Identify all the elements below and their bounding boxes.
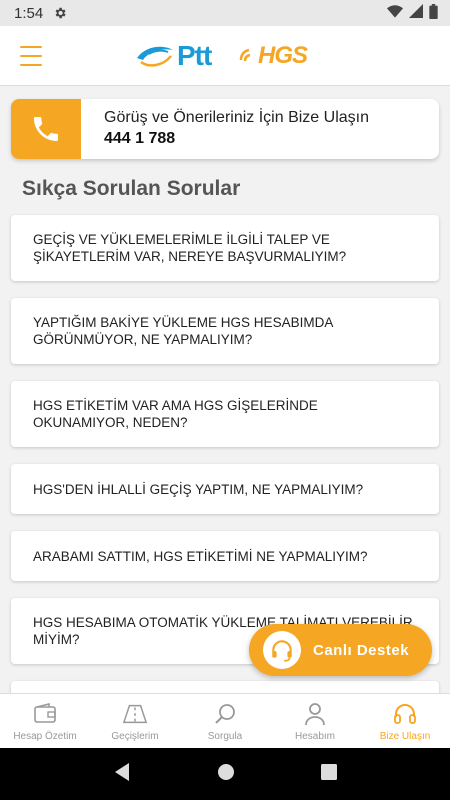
battery-icon (429, 3, 438, 23)
status-bar: 1:54 (0, 0, 450, 26)
ptt-logo: Ptt (135, 40, 212, 72)
settings-gear-icon (53, 6, 67, 20)
app-header: Ptt HGS (0, 26, 450, 86)
live-support-label: Canlı Destek (313, 641, 410, 659)
main-content: Görüş ve Önerileriniz İçin Bize Ulaşın 4… (0, 86, 450, 693)
status-time: 1:54 (14, 4, 44, 22)
faq-item[interactable] (11, 681, 439, 693)
nav-label: Geçişlerim (111, 731, 159, 742)
phone-icon-box (11, 99, 81, 159)
nav-item-hesabim[interactable]: Hesabım (270, 694, 360, 748)
contact-phone[interactable]: 444 1 788 (104, 130, 369, 148)
faq-item[interactable]: HGS'DEN İHLALLİ GEÇİŞ YAPTIM, NE YAPMALI… (11, 464, 439, 514)
hgs-logo: HGS (238, 40, 308, 72)
nav-label: Sorgula (207, 731, 243, 742)
faq-title: Sıkça Sorulan Sorular (22, 177, 241, 200)
headset-icon (263, 631, 301, 669)
back-icon[interactable] (113, 762, 131, 787)
person-icon (302, 701, 328, 727)
nav-label: Hesap Özetim (13, 731, 77, 742)
nav-label: Bize Ulaşın (379, 731, 431, 742)
menu-icon[interactable] (20, 46, 42, 66)
hgs-logo-text: HGS (258, 42, 308, 69)
home-icon[interactable] (217, 763, 235, 786)
search-icon (212, 701, 238, 727)
headset-icon (392, 701, 418, 727)
nav-item-bize-ulasin[interactable]: Bize Ulaşın (360, 694, 450, 748)
bottom-nav: Hesap Özetim Geçişlerim Sorgula Hesabım … (0, 693, 450, 748)
faq-item[interactable]: ARABAMI SATTIM, HGS ETİKETİMİ NE YAPMALI… (11, 531, 439, 581)
wifi-icon (387, 4, 403, 22)
phone-icon (34, 117, 58, 141)
hgs-signal-icon (239, 48, 251, 62)
faq-item[interactable]: YAPTIĞIM BAKİYE YÜKLEME HGS HESABIMDA GÖ… (11, 298, 439, 364)
android-nav-bar (0, 748, 450, 800)
ptt-logo-text: Ptt (177, 40, 212, 71)
signal-icon (409, 4, 423, 22)
nav-item-gecislerim[interactable]: Geçişlerim (90, 694, 180, 748)
wallet-icon (32, 701, 58, 727)
contact-title: Görüş ve Önerileriniz İçin Bize Ulaşın (104, 109, 369, 126)
nav-label: Hesabım (294, 731, 335, 742)
nav-item-sorgula[interactable]: Sorgula (180, 694, 270, 748)
road-icon (122, 701, 148, 727)
faq-item[interactable]: GEÇİŞ VE YÜKLEMELERİMLE İLGİLİ TALEP VE … (11, 215, 439, 281)
live-support-button[interactable]: Canlı Destek (249, 624, 432, 676)
nav-item-hesap-ozetim[interactable]: Hesap Özetim (0, 694, 90, 748)
ptt-bird-icon (137, 46, 173, 67)
faq-item[interactable]: HGS ETİKETİM VAR AMA HGS GİŞELERİNDE OKU… (11, 381, 439, 447)
contact-card[interactable]: Görüş ve Önerileriniz İçin Bize Ulaşın 4… (11, 99, 439, 159)
faq-list: GEÇİŞ VE YÜKLEMELERİMLE İLGİLİ TALEP VE … (11, 215, 439, 693)
recents-icon[interactable] (321, 763, 337, 785)
